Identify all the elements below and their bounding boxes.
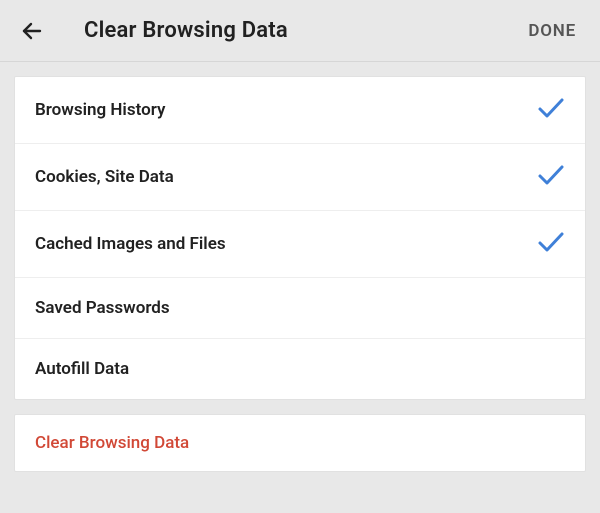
- option-cookies-site-data[interactable]: Cookies, Site Data: [15, 144, 585, 211]
- option-label: Cookies, Site Data: [35, 167, 174, 187]
- page-title: Clear Browsing Data: [84, 18, 288, 43]
- option-label: Browsing History: [35, 100, 165, 120]
- content: Browsing History Cookies, Site Data Cach…: [0, 62, 600, 472]
- option-label: Autofill Data: [35, 359, 129, 379]
- option-saved-passwords[interactable]: Saved Passwords: [15, 278, 585, 339]
- done-button[interactable]: DONE: [522, 17, 582, 45]
- header: Clear Browsing Data DONE: [0, 0, 600, 62]
- action-label: Clear Browsing Data: [35, 433, 189, 453]
- option-cached-images-files[interactable]: Cached Images and Files: [15, 211, 585, 278]
- back-button[interactable]: [18, 17, 46, 45]
- check-icon: [537, 97, 565, 123]
- option-autofill-data[interactable]: Autofill Data: [15, 339, 585, 399]
- check-icon: [537, 164, 565, 190]
- option-label: Saved Passwords: [35, 298, 170, 318]
- options-card: Browsing History Cookies, Site Data Cach…: [14, 76, 586, 400]
- clear-browsing-data-button[interactable]: Clear Browsing Data: [14, 414, 586, 472]
- arrow-left-icon: [20, 19, 44, 43]
- check-icon: [537, 231, 565, 257]
- option-browsing-history[interactable]: Browsing History: [15, 77, 585, 144]
- option-label: Cached Images and Files: [35, 234, 226, 254]
